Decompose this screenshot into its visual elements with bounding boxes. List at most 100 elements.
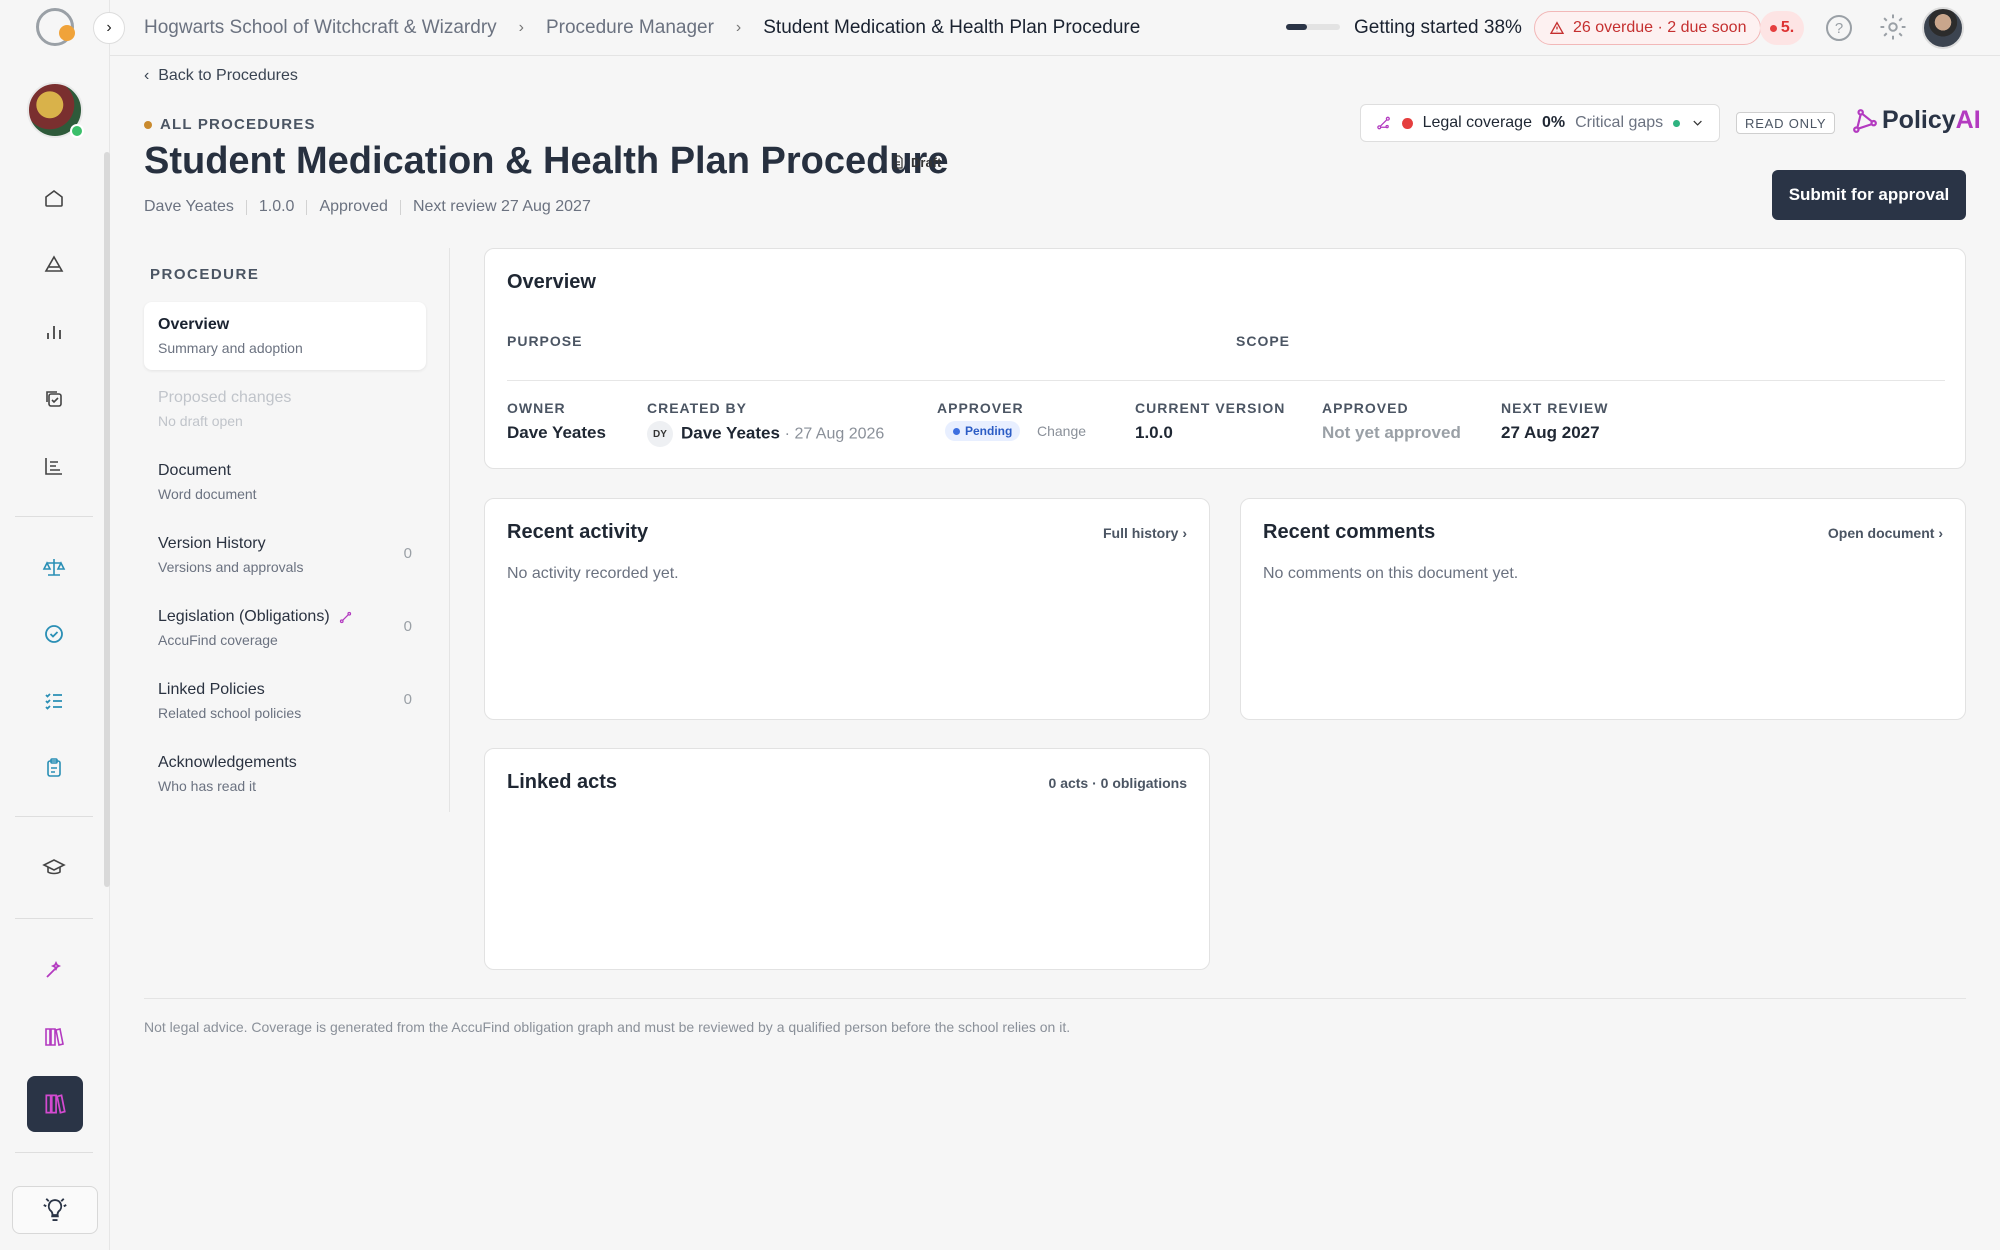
legal-coverage-dropdown[interactable]: Legal coverage 0% Critical gaps — [1360, 104, 1720, 142]
created-by-name: Dave Yeates — [681, 423, 780, 443]
created-date: · 27 Aug 2026 — [784, 425, 885, 443]
nav-item-overview[interactable]: Overview Summary and adoption — [144, 302, 426, 370]
nav-item-proposed-changes: Proposed changes No draft open — [144, 375, 426, 443]
meta-version: 1.0.0 — [258, 198, 295, 215]
nav-item-sub: Word document — [158, 486, 257, 502]
nav-item-count: 0 — [403, 545, 412, 562]
submit-for-approval-button[interactable]: Submit for approval — [1772, 170, 1966, 220]
nav-item-count: 0 — [403, 618, 412, 635]
meta-status: Approved — [319, 198, 388, 215]
expand-sidebar-button[interactable]: › — [93, 12, 125, 44]
gear-icon[interactable] — [1878, 12, 1908, 42]
scope-label: SCOPE — [1236, 333, 1291, 349]
purpose-label: PURPOSE — [507, 333, 583, 349]
nav-item-linked-policies[interactable]: Linked Policies Related school policies … — [144, 667, 426, 735]
coverage-value: 0% — [1541, 114, 1566, 131]
magic-wand-icon[interactable] — [36, 952, 72, 988]
all-procedures-link[interactable]: ALL PROCEDURES — [144, 116, 316, 133]
nav-item-title: Document — [158, 462, 231, 479]
draft-label: Draft — [911, 154, 942, 170]
app-logo-icon[interactable] — [36, 8, 75, 46]
open-document-link[interactable]: Open document › — [1828, 525, 1943, 541]
change-approver-link[interactable]: Change — [1037, 423, 1086, 439]
copy-check-icon[interactable] — [36, 381, 72, 417]
notification-badge[interactable]: 5. — [1760, 11, 1804, 45]
rail-scrollbar[interactable] — [104, 152, 110, 887]
brand-ai: AI — [1955, 106, 1981, 134]
procedure-nav-heading: PROCEDURE — [150, 266, 260, 283]
nav-item-legislation[interactable]: Legislation (Obligations) AccuFind cover… — [144, 594, 426, 662]
bar-chart-icon[interactable] — [36, 314, 72, 350]
owner-label: OWNER — [507, 400, 566, 416]
nav-item-sub: Who has read it — [158, 778, 257, 794]
nav-item-sub: Versions and approvals — [158, 559, 304, 575]
online-status-dot — [70, 124, 84, 138]
comments-empty-text: No comments on this document yet. — [1263, 565, 1519, 582]
approved-value: Not yet approved — [1322, 423, 1461, 442]
created-by-label: CREATED BY — [647, 400, 747, 416]
nav-item-sub: Summary and adoption — [158, 340, 303, 356]
meta-owner: Dave Yeates — [144, 198, 234, 215]
user-avatar[interactable] — [1922, 7, 1964, 49]
back-label: Back to Procedures — [158, 67, 298, 84]
eyebrow-dot — [144, 120, 152, 129]
policyai-logo: PolicyAI — [1852, 106, 1981, 135]
created-by-initials: DY — [647, 421, 673, 447]
library-icon[interactable] — [36, 1019, 72, 1055]
procedure-meta: Dave Yeates 1.0.0 Approved Next review 2… — [144, 198, 591, 216]
nav-item-acknowledgements[interactable]: Acknowledgements Who has read it — [144, 740, 426, 808]
check-circle-icon[interactable] — [36, 616, 72, 652]
nav-item-title: Linked Policies — [158, 681, 265, 698]
breadcrumb-school[interactable]: Hogwarts School of Witchcraft & Wizardry — [144, 17, 497, 39]
eyebrow-label: ALL PROCEDURES — [160, 116, 316, 133]
recent-activity-title: Recent activity — [507, 521, 649, 543]
home-icon[interactable] — [36, 180, 72, 216]
approver-label: APPROVER — [937, 400, 1024, 416]
left-rail — [0, 0, 110, 1250]
gaps-dot — [1673, 119, 1680, 127]
getting-started-progress[interactable] — [1286, 24, 1340, 30]
sparkle-network-icon — [339, 611, 351, 623]
approved-label: APPROVED — [1322, 400, 1409, 416]
overview-card: Overview PURPOSE SCOPE OWNER Dave Yeates… — [484, 248, 1966, 469]
breadcrumb-procedure-manager[interactable]: Procedure Manager — [546, 17, 714, 39]
full-history-link[interactable]: Full history › — [1103, 525, 1187, 541]
library-active-icon[interactable] — [27, 1076, 83, 1132]
nav-item-sub: No draft open — [158, 413, 243, 429]
graduation-cap-icon[interactable] — [36, 850, 72, 886]
approver-status-badge: Pending — [945, 421, 1021, 441]
breadcrumb: Hogwarts School of Witchcraft & Wizardry… — [144, 17, 1140, 39]
getting-started-label[interactable]: Getting started 38% — [1354, 17, 1522, 39]
clipboard-icon[interactable] — [36, 750, 72, 786]
read-only-badge: READ ONLY — [1736, 112, 1836, 134]
document-icon — [893, 155, 903, 169]
nav-item-title: Version History — [158, 535, 266, 552]
lightbulb-icon[interactable] — [12, 1186, 98, 1234]
nav-item-title: Proposed changes — [158, 389, 292, 406]
line-chart-icon[interactable] — [36, 448, 72, 484]
coverage-status-dot — [1402, 117, 1413, 129]
chevron-down-icon — [1693, 120, 1702, 126]
next-review-value: 27 Aug 2027 — [1501, 423, 1600, 442]
coverage-gaps: Critical gaps — [1575, 114, 1664, 131]
meta-next-review: Next review 27 Aug 2027 — [412, 198, 591, 215]
page-title: Student Medication & Health Plan Procedu… — [144, 140, 949, 182]
chevron-right-icon: › — [518, 19, 524, 36]
help-icon[interactable]: ? — [1826, 15, 1852, 41]
chevron-right-icon: › — [735, 19, 742, 36]
checklist-icon[interactable] — [36, 683, 72, 719]
owner-value: Dave Yeates — [507, 423, 606, 442]
overdue-badge[interactable]: 26 overdue · 2 due soon — [1534, 11, 1762, 45]
scales-icon[interactable] — [36, 549, 72, 585]
draft-badge: Draft — [890, 154, 941, 170]
brand-main: Policy — [1882, 106, 1956, 134]
warning-icon — [1549, 21, 1565, 34]
next-review-label: NEXT REVIEW — [1501, 400, 1609, 416]
nav-item-sub: Related school policies — [158, 705, 302, 721]
layers-icon[interactable] — [36, 247, 72, 283]
current-version-value: 1.0.0 — [1135, 423, 1173, 442]
recent-comments-title: Recent comments — [1263, 521, 1436, 543]
back-to-procedures-link[interactable]: ‹ Back to Procedures — [144, 67, 298, 85]
nav-item-document[interactable]: Document Word document — [144, 448, 426, 516]
nav-item-version-history[interactable]: Version History Versions and approvals 0 — [144, 521, 426, 589]
